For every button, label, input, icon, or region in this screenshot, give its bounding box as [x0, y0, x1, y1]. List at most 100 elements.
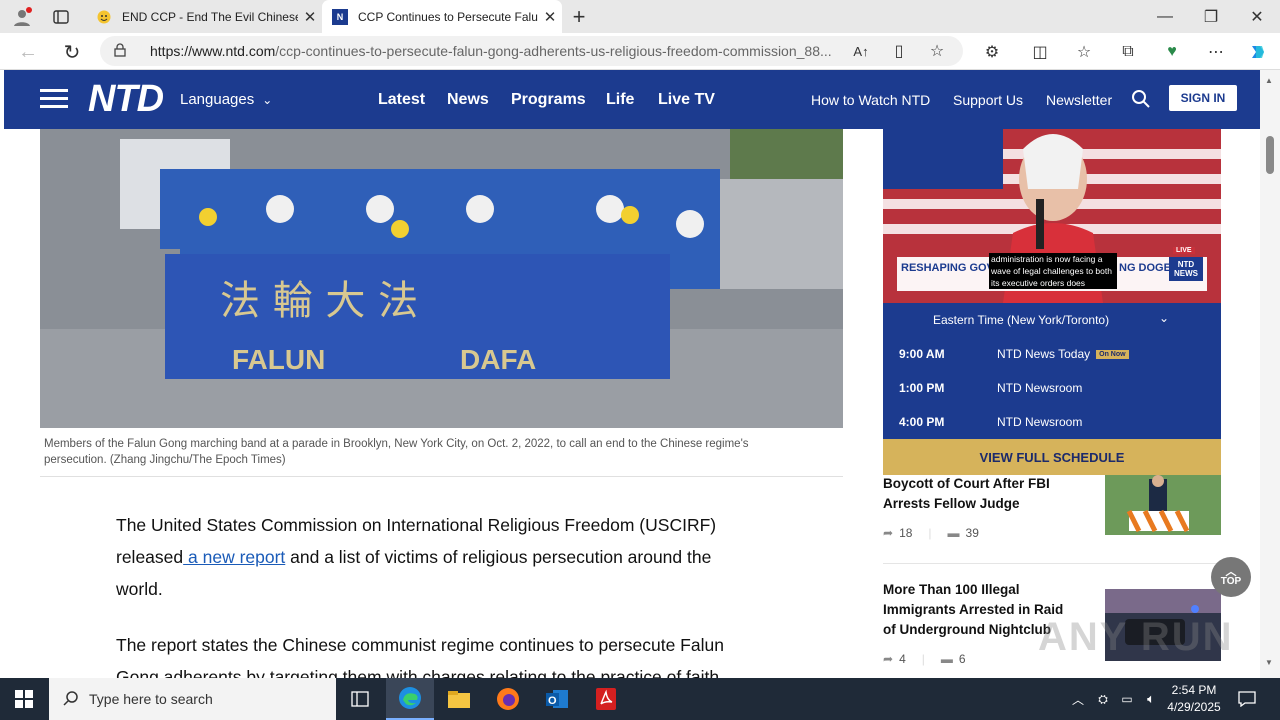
favorites-icon[interactable]: ☆: [1070, 38, 1098, 66]
news-thumbnail[interactable]: [1105, 475, 1221, 535]
schedule-row: 4:00 PM NTD Newsroom: [899, 415, 1083, 429]
scrollbar-thumb[interactable]: [1266, 136, 1274, 174]
comment-icon[interactable]: ▬: [941, 652, 953, 666]
tab-title: CCP Continues to Persecute Falu: [358, 9, 538, 24]
windows-taskbar: Type here to search O ︿ ⛭ ▭ 🔈︎ 2:54 PM 4…: [0, 678, 1280, 720]
back-icon[interactable]: ←: [14, 38, 42, 66]
chevron-down-icon[interactable]: ⌄: [1159, 311, 1169, 325]
extensions-icon[interactable]: ⚙: [978, 38, 1006, 66]
sidebar-news-title[interactable]: Boycott of Court After FBI Arrests Fello…: [883, 474, 1098, 514]
new-tab-icon[interactable]: +: [566, 4, 592, 30]
divider: [40, 476, 843, 477]
file-explorer-icon[interactable]: [435, 678, 483, 720]
url-path: /ccp-continues-to-persecute-falun-gong-a…: [275, 43, 832, 59]
chevron-up-icon: ︿: [1225, 565, 1237, 578]
sign-in-button[interactable]: SIGN IN: [1169, 85, 1237, 111]
edge-taskbar-icon[interactable]: [386, 678, 434, 720]
schedule-row: 9:00 AM NTD News Today On Now: [899, 344, 1209, 364]
ntd-logo[interactable]: NTD: [88, 78, 164, 121]
restore-icon[interactable]: ❐: [1196, 4, 1226, 30]
scroll-down-icon[interactable]: ▼: [1265, 658, 1273, 667]
new-report-link[interactable]: a new report: [183, 547, 285, 567]
view-full-schedule-button[interactable]: VIEW FULL SCHEDULE: [883, 439, 1221, 475]
performance-icon[interactable]: ♥: [1158, 38, 1186, 66]
tab-ntd-article[interactable]: N CCP Continues to Persecute Falu ✕: [322, 0, 562, 33]
banner-word-falun: FALUN: [232, 344, 325, 375]
article-paragraph-2: The report states the Chinese communist …: [116, 635, 724, 678]
tab-endccp[interactable]: END CCP - End The Evil Chinese ✕: [86, 0, 322, 33]
favorite-star-icon[interactable]: ☆: [924, 38, 950, 64]
nav-news[interactable]: News: [447, 70, 489, 129]
live-video-player[interactable]: RESHAPING GOV administration is now faci…: [883, 129, 1221, 303]
acrobat-icon[interactable]: [582, 678, 630, 720]
taskbar-clock[interactable]: 2:54 PM 4/29/2025: [1164, 682, 1224, 716]
nav-latest[interactable]: Latest: [378, 70, 425, 129]
network-icon[interactable]: ▭: [1116, 678, 1138, 720]
close-tab-icon[interactable]: ✕: [538, 8, 562, 26]
nav-live-tv[interactable]: Live TV: [658, 70, 715, 129]
tray-chevron-icon[interactable]: ︿: [1066, 678, 1090, 720]
close-tab-icon[interactable]: ✕: [298, 8, 322, 26]
watermark: ANY RUN: [1038, 615, 1234, 659]
share-icon[interactable]: ➦: [883, 652, 893, 666]
hamburger-menu-icon[interactable]: [40, 86, 68, 112]
outlook-icon[interactable]: O: [533, 678, 581, 720]
languages-label: Languages: [180, 91, 255, 108]
split-screen-icon[interactable]: ◫: [1026, 38, 1054, 66]
copilot-icon[interactable]: [1244, 38, 1272, 66]
close-window-icon[interactable]: ✕: [1242, 4, 1272, 30]
comment-icon[interactable]: ▬: [948, 526, 960, 540]
refresh-icon[interactable]: ↻: [58, 38, 86, 66]
article-photo: 法 輪 大 法 FALUN DAFA: [40, 129, 843, 428]
nav-support-us[interactable]: Support Us: [953, 70, 1023, 129]
svg-text:O: O: [548, 695, 557, 707]
volume-icon[interactable]: 🔈︎: [1140, 678, 1162, 720]
nav-programs[interactable]: Programs: [511, 70, 586, 129]
collections-icon[interactable]: ⧉: [1114, 38, 1142, 66]
url-bar[interactable]: https://www.ntd.com/ccp-continues-to-per…: [100, 36, 963, 66]
immersive-reader-icon[interactable]: ▯: [886, 38, 912, 64]
site-header: NTD Languages ⌄ Latest News Programs Lif…: [4, 70, 1260, 129]
timezone-select[interactable]: Eastern Time (New York/Toronto): [933, 313, 1109, 327]
search-placeholder: Type here to search: [89, 691, 213, 707]
tab-actions-icon[interactable]: [48, 4, 74, 30]
minimize-icon[interactable]: —: [1150, 4, 1180, 30]
news-stats: ➦ 18 | ▬ 39: [883, 526, 979, 540]
taskbar-search[interactable]: Type here to search: [49, 678, 336, 720]
banner-chinese-text: 法 輪 大 法: [220, 278, 418, 324]
nav-life[interactable]: Life: [606, 70, 634, 129]
live-badge: LIVE: [1173, 247, 1195, 254]
clock-time: 2:54 PM: [1171, 683, 1217, 697]
nav-newsletter[interactable]: Newsletter: [1046, 70, 1112, 129]
tray-device-icon[interactable]: ⛭: [1092, 678, 1114, 720]
scroll-up-icon[interactable]: ▲: [1265, 76, 1273, 85]
address-toolbar: ← ↻ https://www.ntd.com/ccp-continues-to…: [0, 33, 1280, 70]
search-icon[interactable]: [1128, 86, 1154, 112]
tab-title: END CCP - End The Evil Chinese: [122, 9, 298, 24]
languages-dropdown[interactable]: Languages ⌄: [180, 70, 272, 129]
ntd-news-badge: NTD NEWS: [1169, 257, 1203, 281]
start-button[interactable]: [0, 678, 48, 720]
page-scrollbar[interactable]: ▲ ▼: [1260, 70, 1280, 678]
read-aloud-icon[interactable]: A↑: [848, 38, 874, 64]
browser-tab-bar: END CCP - End The Evil Chinese ✕ N CCP C…: [0, 0, 1280, 33]
search-icon: [63, 690, 79, 709]
page-content: 法 輪 大 法 FALUN DAFA Members of the Falun …: [4, 129, 1260, 678]
ticker-caption: administration is now facing a wave of l…: [989, 253, 1117, 289]
lock-icon: [114, 42, 140, 60]
ticker-right: NG DOGE: [1119, 262, 1171, 274]
news-stats: ➦ 4 | ▬ 6: [883, 652, 966, 666]
article-paragraph-1: The United States Commission on Internat…: [116, 515, 717, 599]
share-icon[interactable]: ➦: [883, 526, 893, 540]
ticker-left: RESHAPING GOV: [901, 262, 994, 274]
firefox-icon[interactable]: [484, 678, 532, 720]
scroll-to-top-button[interactable]: ︿ TOP: [1211, 557, 1251, 597]
smiley-favicon-icon: [96, 9, 112, 25]
profile-icon[interactable]: [8, 4, 36, 30]
task-view-icon[interactable]: [336, 678, 384, 720]
more-menu-icon[interactable]: ⋯: [1202, 38, 1230, 66]
ntd-favicon-icon: N: [332, 8, 348, 25]
photo-caption: Members of the Falun Gong marching band …: [44, 438, 749, 466]
nav-how-to-watch[interactable]: How to Watch NTD: [811, 70, 930, 129]
notification-icon[interactable]: [1232, 678, 1262, 720]
